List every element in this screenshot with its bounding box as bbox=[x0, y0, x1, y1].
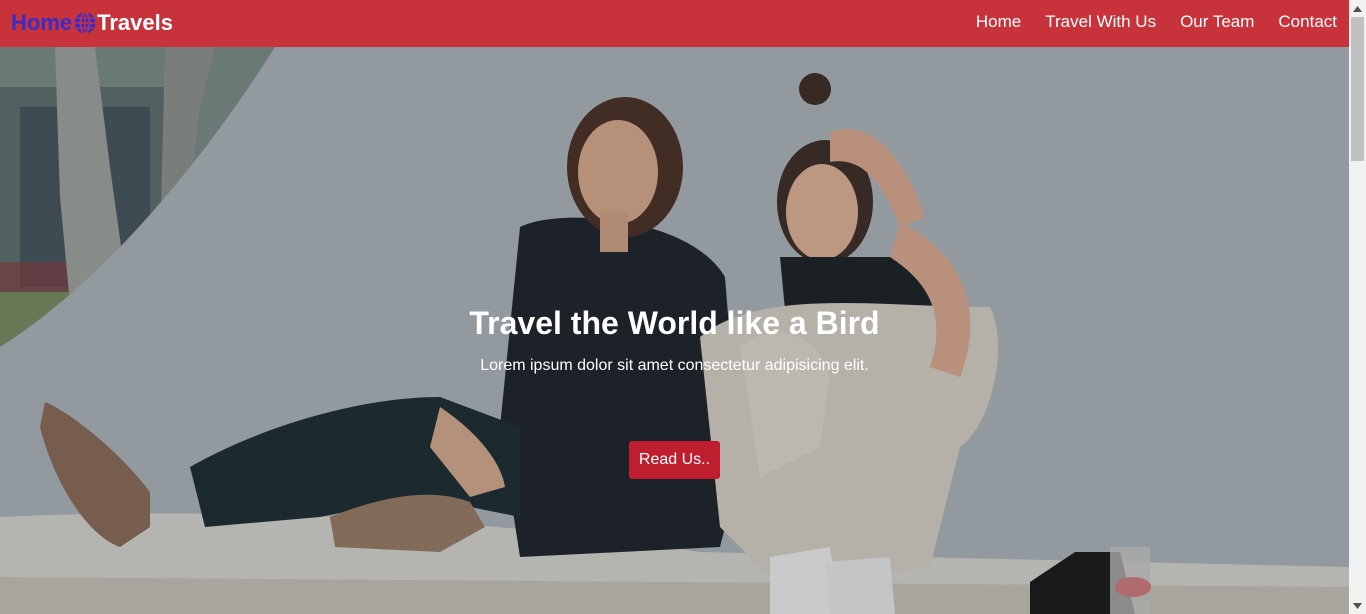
brand-travels-text: Travels bbox=[97, 10, 173, 35]
scroll-down-arrow-icon[interactable] bbox=[1349, 597, 1366, 614]
scroll-up-arrow-icon[interactable] bbox=[1349, 0, 1366, 17]
nav-link-travel-with-us[interactable]: Travel With Us bbox=[1045, 11, 1156, 33]
nav-menu: Home Travel With Us Our Team Contact bbox=[976, 11, 1337, 33]
nav-link-home[interactable]: Home bbox=[976, 11, 1021, 33]
nav-link-our-team[interactable]: Our Team bbox=[1180, 11, 1254, 33]
navbar: Home Travels Home Travel With Us Our Tea… bbox=[0, 0, 1349, 47]
brand-logo[interactable]: Home Travels bbox=[11, 8, 173, 38]
vertical-scrollbar[interactable] bbox=[1349, 0, 1366, 614]
read-us-button[interactable]: Read Us.. bbox=[629, 441, 720, 479]
scrollbar-thumb[interactable] bbox=[1351, 17, 1364, 161]
brand-home-text: Home bbox=[11, 10, 73, 35]
globe-icon bbox=[74, 11, 96, 35]
hero-section: Travel the World like a Bird Lorem ipsum… bbox=[0, 47, 1349, 614]
hero-subtitle: Lorem ipsum dolor sit amet consectetur a… bbox=[480, 357, 869, 374]
nav-link-contact[interactable]: Contact bbox=[1278, 11, 1337, 33]
hero-title: Travel the World like a Bird bbox=[469, 305, 880, 341]
